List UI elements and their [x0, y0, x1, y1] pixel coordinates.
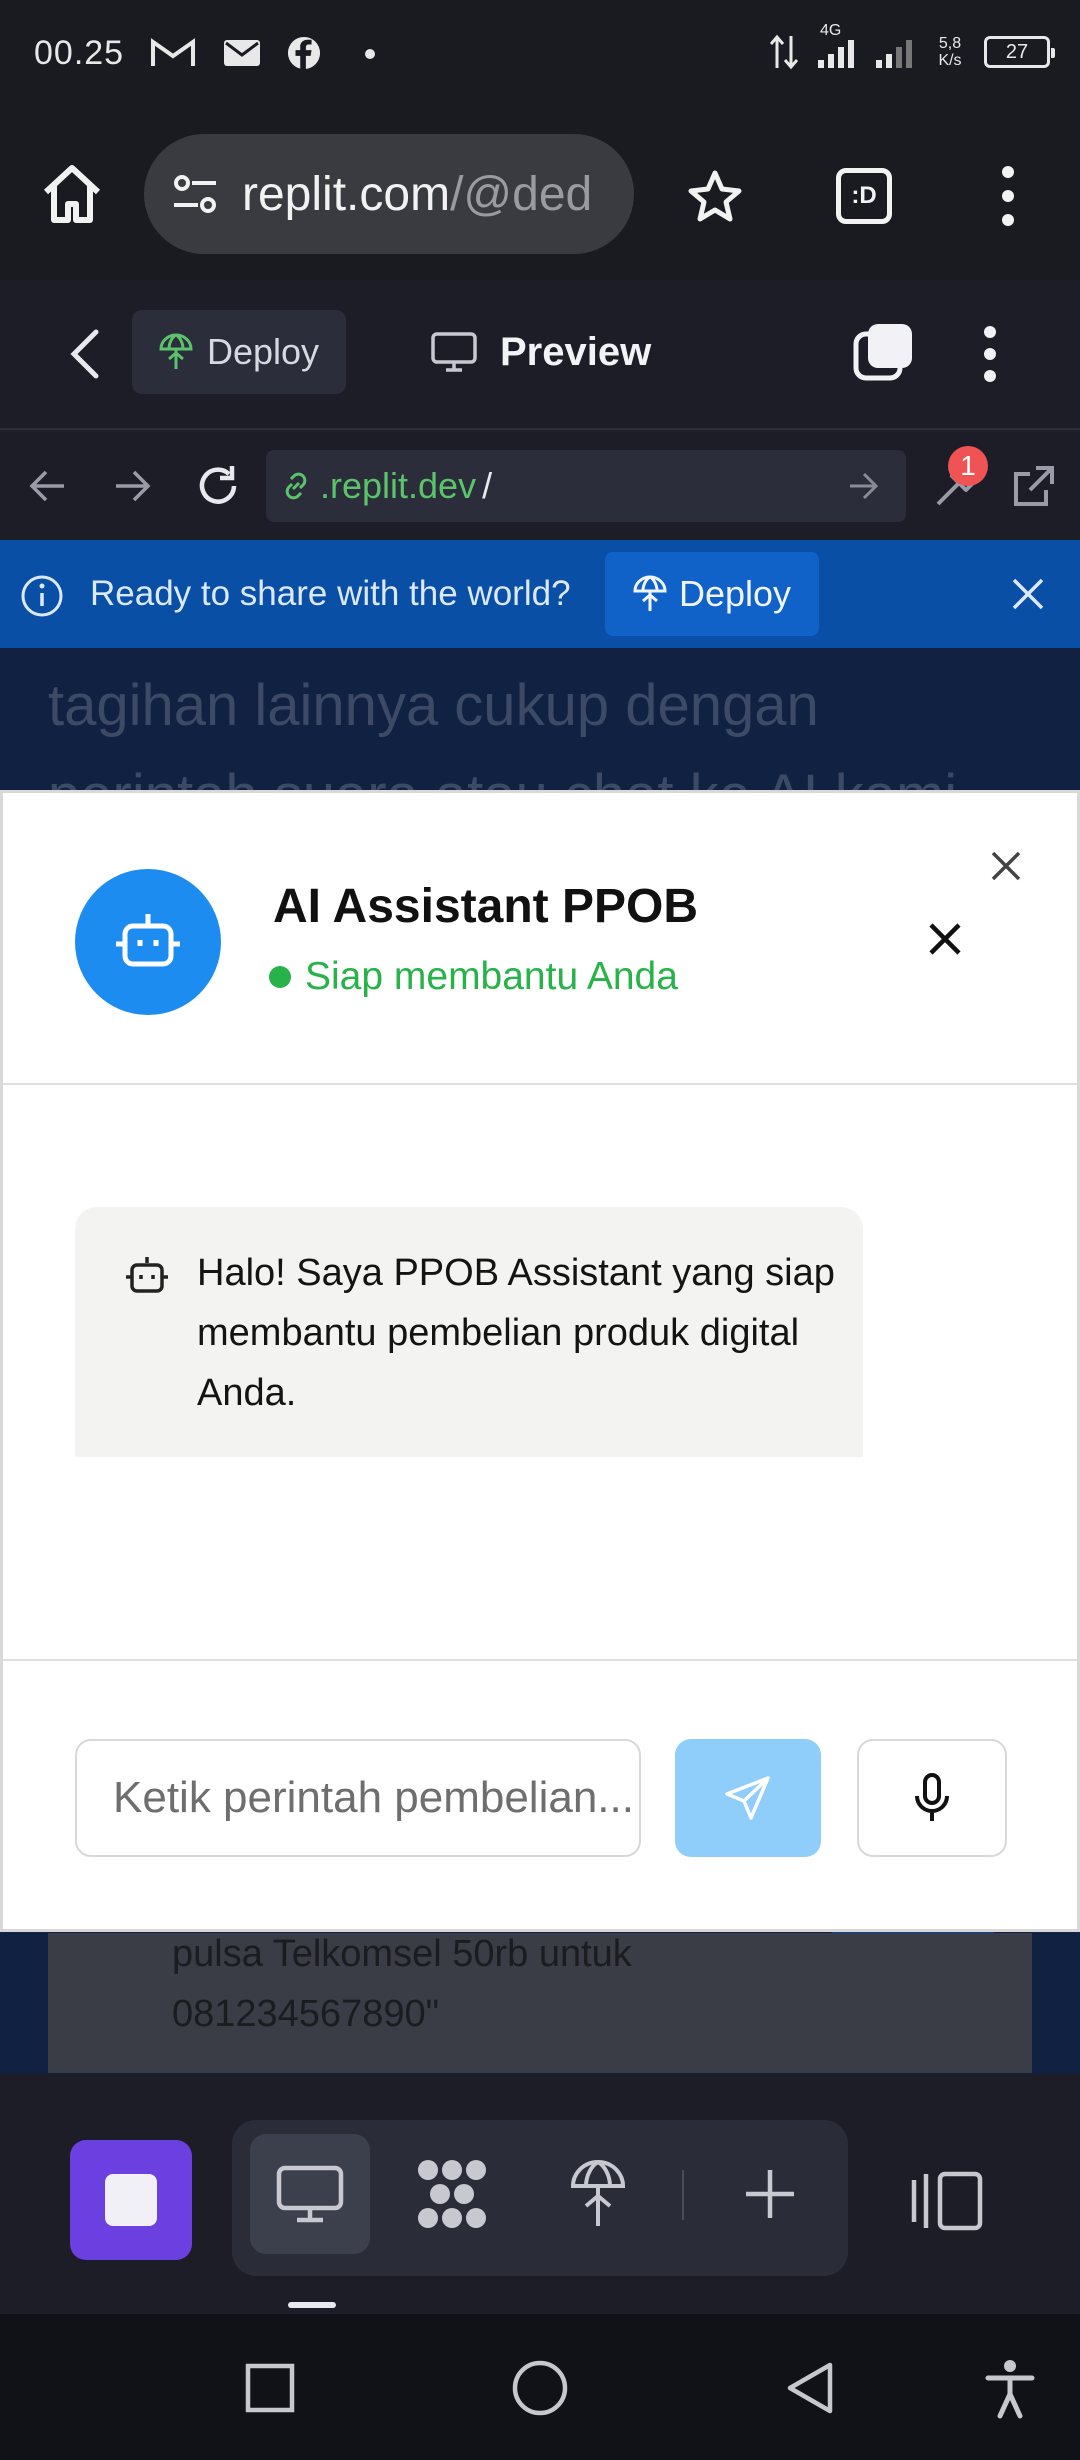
notification-dot-icon	[365, 49, 375, 59]
signal-4g-icon: 4G	[814, 22, 858, 70]
link-icon	[285, 472, 307, 500]
background-example-card: pulsa Telkomsel 50rb untuk 081234567890"	[48, 1933, 1032, 2073]
battery-level: 27	[1005, 40, 1029, 63]
accessibility-icon[interactable]	[984, 2358, 1036, 2420]
dock-add-button[interactable]	[710, 2134, 830, 2254]
replit-bottom-toolbar	[0, 2074, 1080, 2314]
background-card-line: pulsa Telkomsel 50rb untuk	[172, 1933, 632, 1975]
modal-footer-divider	[3, 1659, 1077, 1661]
modal-header: AI Assistant PPOB Siap membantu Anda	[3, 793, 1077, 1085]
ai-assistant-modal: AI Assistant PPOB Siap membantu Anda Hal…	[0, 790, 1080, 1932]
banner-close-icon[interactable]	[1008, 574, 1048, 614]
apps-grid-icon	[418, 2160, 486, 2228]
back-chevron-icon[interactable]	[66, 328, 106, 380]
background-text-line: tagihan lainnya cukup dengan	[48, 673, 819, 738]
banner-text: Ready to share with the world?	[90, 574, 571, 613]
new-tab-icon[interactable]	[852, 320, 916, 384]
deploy-icon	[570, 2159, 626, 2226]
mail-icon	[224, 40, 260, 66]
system-navigation-bar	[0, 2314, 1080, 2460]
stop-button[interactable]	[70, 2140, 192, 2260]
deploy-tab[interactable]: Deploy	[132, 310, 346, 394]
deploy-icon	[633, 575, 667, 611]
bot-icon	[126, 1257, 168, 1293]
online-dot-icon	[269, 966, 291, 988]
preview-tab-label: Preview	[500, 329, 652, 374]
monitor-icon	[276, 2165, 344, 2223]
background-card-line: 081234567890"	[172, 1993, 440, 2035]
banner-deploy-button[interactable]: Deploy	[605, 552, 819, 636]
deploy-icon	[159, 333, 193, 369]
home-icon[interactable]	[38, 160, 106, 228]
site-settings-icon[interactable]	[170, 169, 220, 219]
recents-square-icon[interactable]	[244, 2362, 296, 2414]
dialog-close-icon[interactable]	[988, 848, 1024, 884]
status-time: 00.25	[34, 34, 125, 72]
webview-url-domain: .replit.dev	[320, 465, 477, 506]
chat-messages[interactable]: Halo! Saya PPOB Assistant yang siap memb…	[3, 1087, 1077, 1457]
dock-apps-button[interactable]	[392, 2134, 512, 2254]
deploy-tab-label: Deploy	[206, 331, 320, 372]
command-input[interactable]	[75, 1739, 641, 1857]
dock-active-indicator	[288, 2302, 336, 2308]
go-arrow-icon[interactable]	[846, 468, 882, 504]
dock-tools	[232, 2120, 848, 2276]
webview-navigation: .replit.dev /	[0, 432, 1080, 540]
network-type: 4G	[820, 22, 842, 39]
home-circle-icon[interactable]	[510, 2358, 570, 2418]
data-arrows-icon	[769, 34, 799, 70]
layout-toggle-icon[interactable]	[910, 2170, 984, 2232]
replit-menu-icon[interactable]	[980, 324, 1000, 384]
assistant-status-text: Siap membantu Anda	[305, 955, 678, 998]
stop-icon	[105, 2174, 157, 2226]
network-speed: 5,8 K/s	[938, 35, 962, 69]
reload-icon[interactable]	[194, 462, 242, 510]
webview-url-path: /	[482, 465, 493, 506]
assistant-status: Siap membantu Anda	[269, 955, 678, 999]
preview-tab[interactable]: Preview	[430, 310, 651, 394]
dock-preview-button[interactable]	[250, 2134, 370, 2254]
replit-toolbar: Deploy Preview	[0, 280, 1080, 430]
modal-title: AI Assistant PPOB	[273, 880, 698, 933]
gmail-icon	[151, 38, 195, 66]
webview-address-bar[interactable]: .replit.dev /	[266, 450, 906, 522]
voice-input-button[interactable]	[857, 1739, 1007, 1857]
header-close-icon[interactable]	[925, 919, 965, 959]
signal-icon	[876, 40, 912, 68]
status-bar: 00.25 4G 5,8 K/s 27	[0, 0, 1080, 110]
send-icon	[725, 1776, 770, 1820]
nav-back-icon[interactable]	[28, 466, 68, 506]
send-button[interactable]	[675, 1739, 821, 1857]
devtools-badge: 1	[948, 446, 988, 486]
microphone-icon	[915, 1773, 949, 1821]
bot-icon	[116, 914, 180, 967]
monitor-icon	[431, 332, 477, 372]
assistant-avatar	[75, 869, 221, 1015]
tab-switcher-icon[interactable]: :D	[836, 168, 892, 224]
plus-icon	[746, 2170, 794, 2218]
bookmark-star-icon[interactable]	[686, 168, 744, 226]
back-triangle-icon[interactable]	[784, 2360, 836, 2416]
dock-deploy-button[interactable]	[538, 2134, 658, 2254]
url-path: /@ded	[450, 167, 593, 221]
url-host: replit.com	[242, 167, 451, 221]
share-banner: Ready to share with the world? Deploy	[0, 540, 1080, 648]
battery-icon: 27	[984, 36, 1055, 68]
facebook-icon	[287, 36, 321, 70]
open-external-icon[interactable]	[1010, 464, 1056, 510]
info-icon	[21, 575, 63, 617]
nav-forward-icon[interactable]	[112, 466, 152, 506]
assistant-message-text: Halo! Saya PPOB Assistant yang siap memb…	[197, 1252, 835, 1414]
url-bar[interactable]: replit.com /@ded	[144, 134, 634, 254]
dock-separator	[682, 2170, 684, 2220]
browser-menu-icon[interactable]	[996, 164, 1020, 228]
banner-deploy-label: Deploy	[678, 573, 792, 614]
assistant-message-bubble: Halo! Saya PPOB Assistant yang siap memb…	[75, 1207, 863, 1457]
browser-toolbar: replit.com /@ded :D	[0, 110, 1080, 280]
